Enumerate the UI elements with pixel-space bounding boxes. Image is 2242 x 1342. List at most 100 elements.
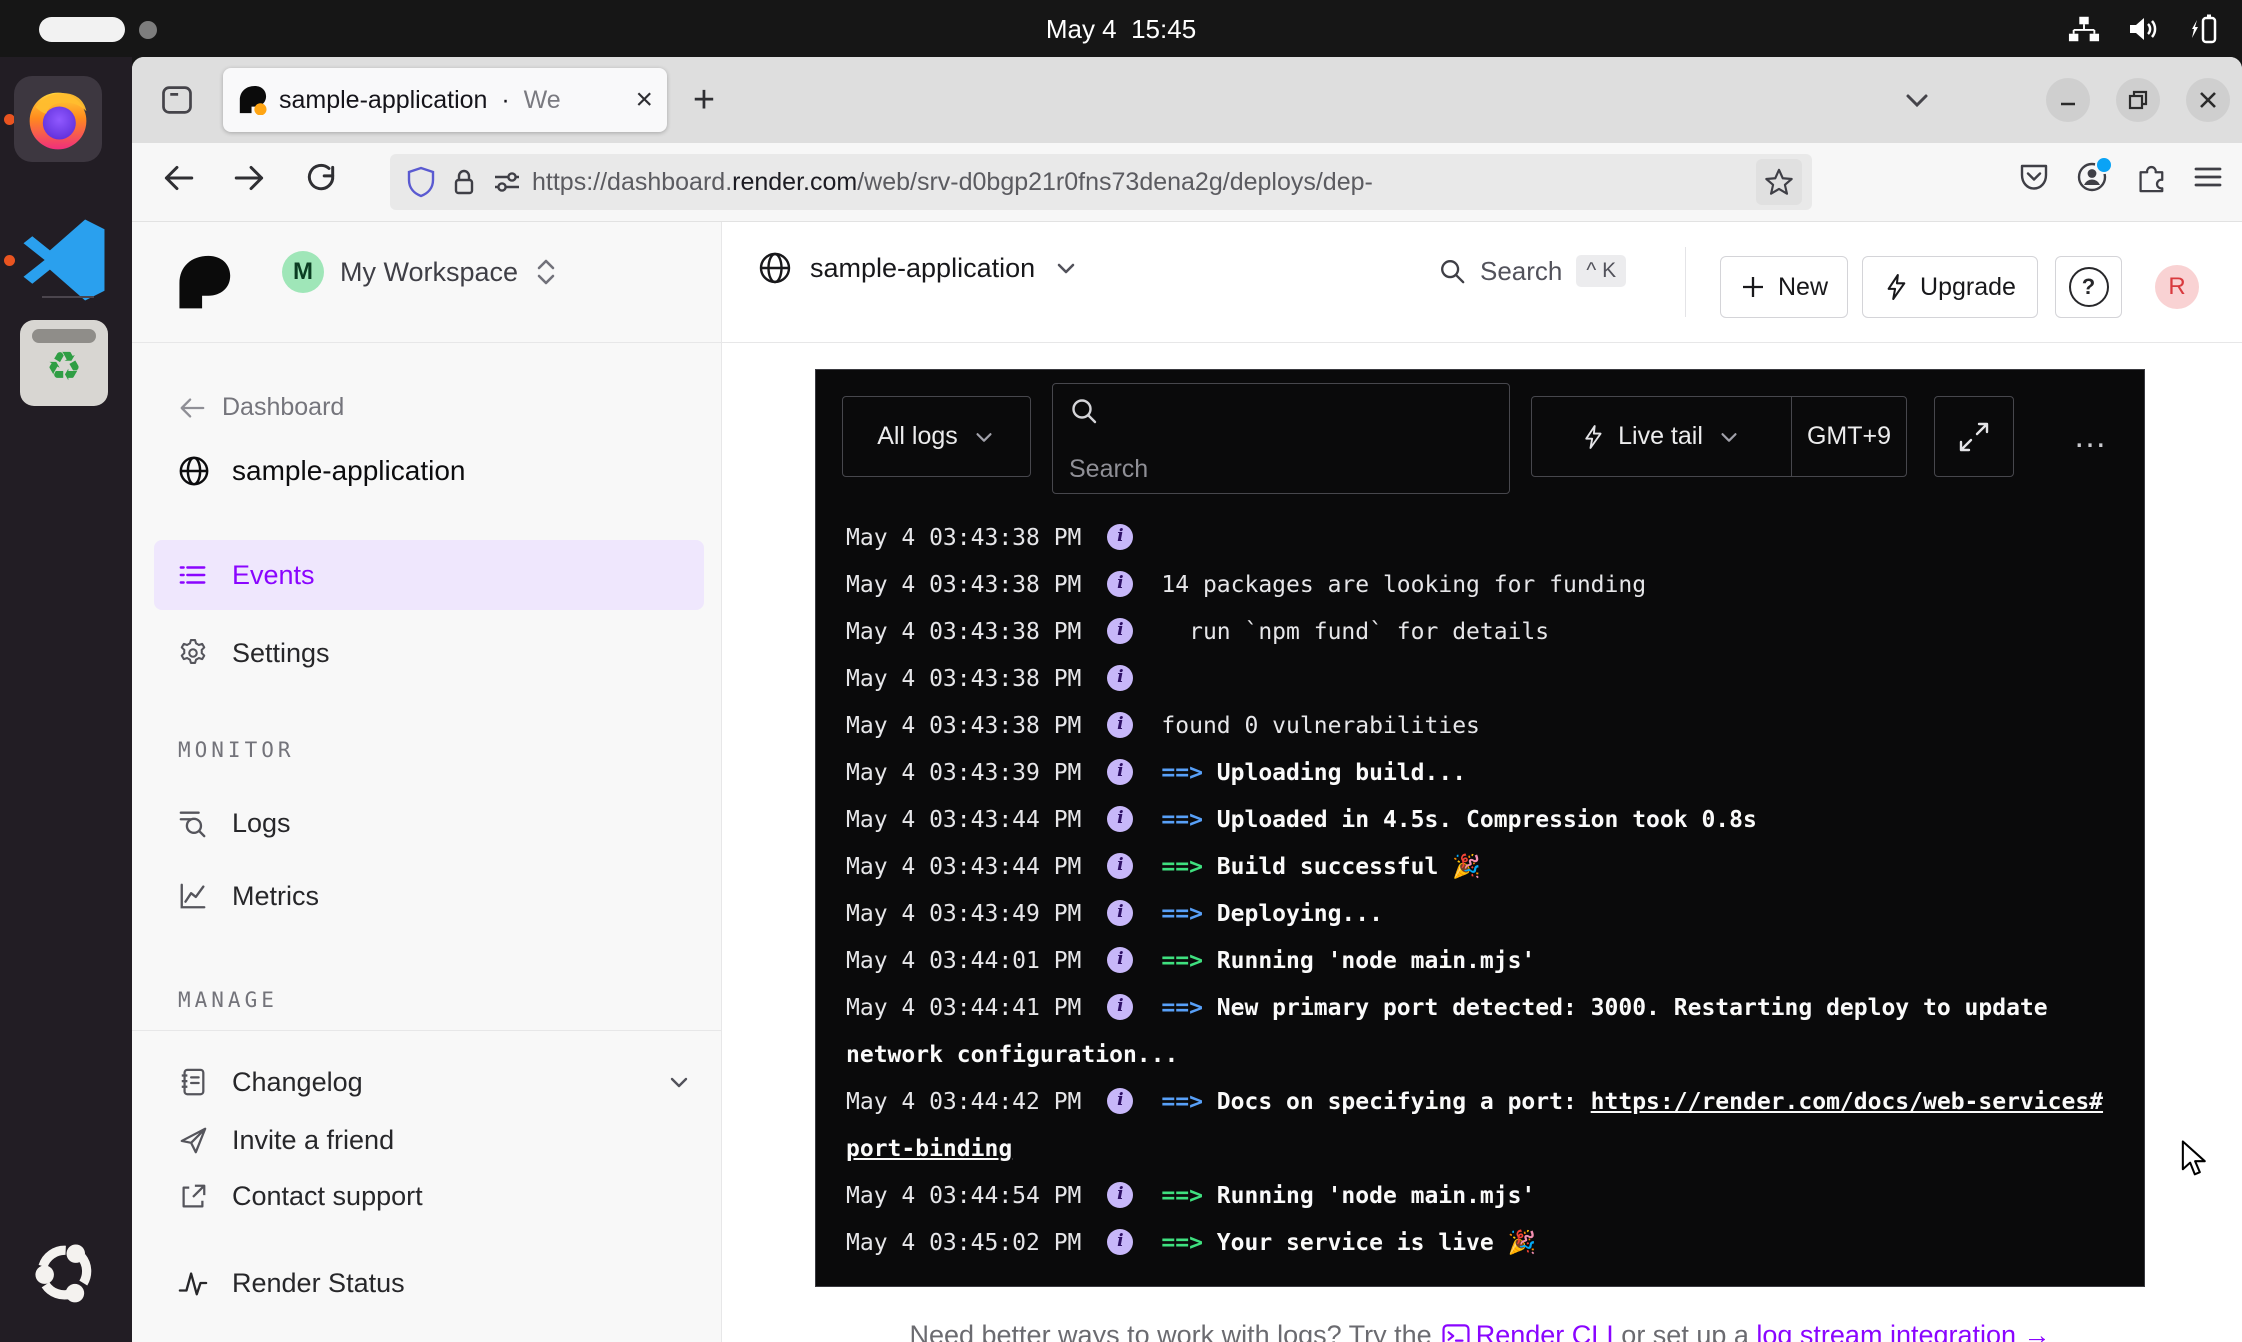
system-clock[interactable]: May 4 15:45 — [0, 14, 2242, 45]
restore-button[interactable] — [2116, 78, 2160, 122]
main-content: All logs — [722, 343, 2242, 1342]
log-entry[interactable]: May 4 03:43:38 PMi — [846, 515, 2116, 562]
log-timestamp: May 4 03:43:38 PM — [846, 572, 1081, 598]
log-entry[interactable]: May 4 03:43:38 PMi14 packages are lookin… — [846, 562, 2116, 609]
info-icon[interactable]: i — [1107, 1229, 1133, 1255]
log-entry[interactable]: May 4 03:43:44 PMi==> Uploaded in 4.5s. … — [846, 797, 2116, 844]
sidebar-item-logs[interactable]: Logs — [154, 791, 704, 855]
log-entry[interactable]: May 4 03:43:38 PMi run `npm fund` for de… — [846, 609, 2116, 656]
chevron-up-down-icon — [534, 257, 558, 287]
info-icon[interactable]: i — [1107, 571, 1133, 597]
log-message: Uploaded in 4.5s. Compression took 0.8s — [1217, 807, 1757, 833]
url-bar[interactable]: https://dashboard.render.com/web/srv-d0b… — [390, 154, 1812, 210]
account-icon[interactable] — [2076, 161, 2108, 193]
render-logo[interactable] — [174, 254, 232, 312]
chevron-down-icon — [1053, 255, 1079, 281]
sidebar-item-metrics[interactable]: Metrics — [154, 864, 704, 928]
info-icon[interactable]: i — [1107, 947, 1133, 973]
upgrade-button[interactable]: Upgrade — [1862, 256, 2038, 318]
log-entry[interactable]: May 4 03:43:44 PMi==> Build successful 🎉 — [846, 844, 2116, 891]
system-tray[interactable] — [2068, 12, 2218, 46]
bolt-icon — [1582, 423, 1604, 451]
back-button[interactable] — [160, 161, 196, 195]
reload-button[interactable] — [304, 161, 338, 195]
menu-hamburger-icon[interactable] — [2192, 162, 2224, 192]
extensions-puzzle-icon[interactable] — [2134, 161, 2166, 193]
log-timestamp: May 4 03:43:44 PM — [846, 807, 1081, 833]
timezone-button[interactable]: GMT+9 — [1792, 397, 1906, 476]
sidebar-back-dashboard[interactable]: Dashboard — [178, 393, 344, 422]
pocket-icon[interactable] — [2018, 161, 2050, 193]
user-avatar[interactable]: R — [2155, 265, 2199, 309]
log-arrow: ==> — [1161, 760, 1216, 786]
permissions-icon[interactable] — [492, 168, 522, 196]
dock-item-firefox[interactable] — [14, 76, 102, 162]
render-cli-link[interactable]: Render CLI — [1476, 1320, 1614, 1342]
tab-close-icon[interactable]: × — [635, 85, 653, 115]
firefox-view-button[interactable] — [158, 82, 196, 118]
dock-item-vscode[interactable] — [18, 213, 110, 307]
sidebar-service-header[interactable]: sample-application — [178, 455, 465, 487]
service-name: sample-application — [810, 253, 1035, 284]
log-entry[interactable]: May 4 03:44:54 PMi==> Running 'node main… — [846, 1173, 2116, 1220]
expand-button[interactable] — [1934, 396, 2014, 477]
info-icon[interactable]: i — [1107, 994, 1133, 1020]
new-button[interactable]: New — [1720, 256, 1848, 318]
info-icon[interactable]: i — [1107, 712, 1133, 738]
log-entry[interactable]: May 4 03:43:49 PMi==> Deploying... — [846, 891, 2116, 938]
sidebar-item-render-status[interactable]: Render Status — [154, 1251, 704, 1315]
sidebar-item-events[interactable]: Events — [154, 540, 704, 610]
dock-item-show-apps[interactable] — [22, 1231, 106, 1315]
log-entry[interactable]: May 4 03:45:02 PMi==> Your service is li… — [846, 1220, 2116, 1267]
global-search[interactable]: Search ^ K — [1438, 255, 1626, 287]
log-filter-dropdown[interactable]: All logs — [842, 396, 1031, 477]
log-body[interactable]: May 4 03:43:38 PMiMay 4 03:43:38 PMi14 p… — [816, 511, 2144, 1286]
dock-item-trash[interactable]: ♻ — [20, 320, 108, 406]
active-tab[interactable]: sample-application · We × — [223, 68, 667, 132]
log-entry[interactable]: May 4 03:44:01 PMi==> Running 'node main… — [846, 938, 2116, 985]
info-icon[interactable]: i — [1107, 665, 1133, 691]
minimize-button[interactable] — [2046, 78, 2090, 122]
log-entry[interactable]: May 4 03:44:42 PMi==> Docs on specifying… — [846, 1079, 2116, 1173]
info-icon[interactable]: i — [1107, 806, 1133, 832]
info-icon[interactable]: i — [1107, 618, 1133, 644]
info-icon[interactable]: i — [1107, 759, 1133, 785]
sidebar-item-settings[interactable]: Settings — [154, 621, 704, 685]
bookmark-star-icon[interactable] — [1756, 159, 1802, 205]
log-search-input[interactable] — [1067, 454, 1371, 485]
workspace-switcher[interactable]: M My Workspace — [282, 251, 558, 293]
info-icon[interactable]: i — [1107, 900, 1133, 926]
log-entry[interactable]: May 4 03:44:41 PMi==> New primary port d… — [846, 985, 2116, 1079]
log-search-box[interactable] — [1052, 383, 1510, 494]
close-button[interactable] — [2186, 78, 2230, 122]
search-shortcut-kbd: ^ K — [1576, 255, 1626, 287]
live-tail-dropdown[interactable]: Live tail — [1532, 397, 1791, 476]
chevron-down-icon — [972, 425, 996, 449]
more-options-button[interactable]: … — [2056, 396, 2126, 477]
new-tab-button[interactable]: + — [678, 74, 730, 126]
search-icon — [1438, 257, 1466, 285]
tab-list-chevron-icon[interactable] — [1900, 85, 1934, 115]
sidebar-item-changelog[interactable]: Changelog — [154, 1050, 704, 1114]
info-icon[interactable]: i — [1107, 853, 1133, 879]
tab-bar: sample-application · We × + — [132, 57, 2242, 143]
info-icon[interactable]: i — [1107, 524, 1133, 550]
log-entry[interactable]: May 4 03:43:39 PMi==> Uploading build... — [846, 750, 2116, 797]
forward-button[interactable] — [232, 161, 268, 195]
sidebar-item-contact-support[interactable]: Contact support — [154, 1164, 704, 1228]
info-icon[interactable]: i — [1107, 1088, 1133, 1114]
log-arrow: ==> — [1161, 854, 1216, 880]
log-entry[interactable]: May 4 03:43:38 PMifound 0 vulnerabilitie… — [846, 703, 2116, 750]
workspace-nav-block: M My Workspace — [132, 222, 722, 342]
service-breadcrumb[interactable]: sample-application — [758, 251, 1079, 285]
log-stream-integration-link[interactable]: log stream integration → — [1756, 1320, 2050, 1342]
log-message: Running 'node main.mjs' — [1217, 948, 1536, 974]
info-icon[interactable]: i — [1107, 1182, 1133, 1208]
tracking-shield-icon[interactable] — [406, 166, 436, 198]
lock-icon[interactable] — [450, 167, 478, 197]
sidebar-item-invite-friend[interactable]: Invite a friend — [154, 1108, 704, 1172]
url-text[interactable]: https://dashboard.render.com/web/srv-d0b… — [532, 168, 1756, 197]
help-button[interactable]: ? — [2055, 256, 2122, 318]
log-entry[interactable]: May 4 03:43:38 PMi — [846, 656, 2116, 703]
ubuntu-logo-icon — [22, 1231, 106, 1315]
